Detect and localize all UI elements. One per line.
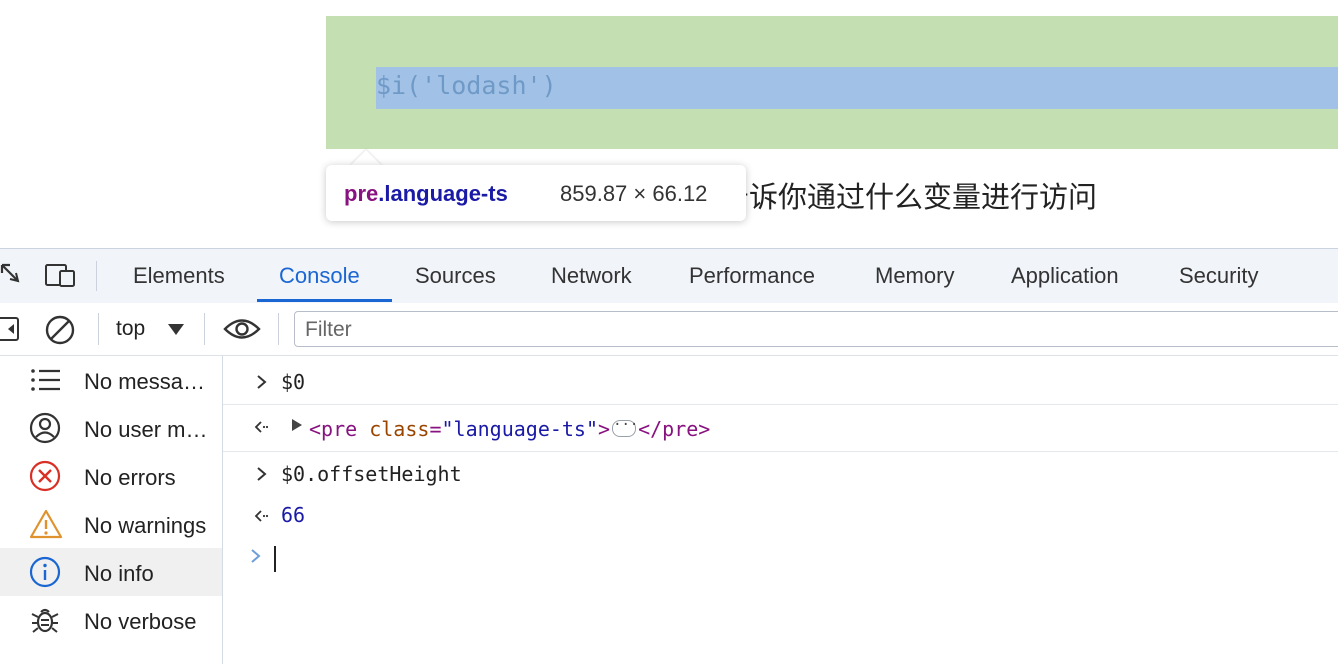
chevron-down-icon[interactable] [168,324,184,335]
error-icon [29,460,61,497]
node-close-tag: </pre> [638,417,711,441]
user-icon [29,412,61,449]
clear-console-icon[interactable] [44,314,76,351]
device-toolbar-icon[interactable] [44,262,78,295]
element-node[interactable]: <pre class="language-ts"> ···</pre> [309,417,710,441]
console-output-number: 66 [281,503,306,527]
console-log: $0 <pre class="language-ts"> ···</pre> $0… [223,356,1338,664]
filter-box[interactable] [294,311,1338,347]
list-icon [29,364,61,401]
tab-console[interactable]: Console [279,263,360,289]
filter-input[interactable] [303,317,1207,343]
tab-performance[interactable]: Performance [689,263,815,289]
output-arrow-icon [254,510,269,522]
sidebar-item-label: No info [84,561,154,586]
page-body-text: 告诉你通过什么变量进行访问 [720,180,1098,214]
devtools-tabbar: Elements Console Sources Network Perform… [0,248,1338,304]
console-output-row: 66 [223,494,1338,536]
sidebar-item-info[interactable]: No info [0,548,222,596]
tab-security[interactable]: Security [1179,263,1258,289]
tab-elements[interactable]: Elements [133,263,225,289]
tooltip-tag: pre [344,181,379,206]
prompt-chevron-icon [251,549,261,563]
sidebar-item-label: No warnings [84,513,207,538]
sidebar-toggle-icon[interactable] [0,316,20,347]
tooltip-dimensions: 859.87 × 66.12 [560,181,708,206]
node-gt: > [598,417,611,441]
sidebar-item-user-messages[interactable]: No user m… [0,404,222,452]
text-cursor [274,546,276,572]
node-attr-name: class [369,417,430,441]
active-tab-indicator [257,299,392,302]
tooltip-selector: pre.language-ts [344,181,508,207]
sidebar-item-errors[interactable]: No errors [0,452,222,500]
tab-memory[interactable]: Memory [875,263,954,289]
tab-network[interactable]: Network [551,263,632,289]
console-sidebar: No messa… No user m… No errors No warnin… [0,356,223,664]
console-prompt[interactable] [223,538,1338,582]
inspect-element-icon[interactable] [0,262,24,295]
tooltip-arrow [350,150,382,166]
sidebar-item-verbose[interactable]: No verbose [0,596,222,644]
sidebar-item-label: No verbose [84,609,197,634]
chevron-right-icon [257,375,267,389]
context-selector[interactable]: top [116,317,145,341]
sidebar-item-label: No errors [84,465,176,490]
toolbar-separator [278,313,279,345]
node-attr-value: "language-ts" [441,417,599,441]
sidebar-item-label: No user m… [84,417,208,442]
console-output-row: <pre class="language-ts"> ···</pre> [223,405,1338,451]
node-open-tag: <pre [309,417,358,441]
info-icon [29,556,61,593]
inspected-page: $i('lodash') 告诉你通过什么变量进行访问 pre.language-… [0,0,1338,248]
console-input-text: $0.offsetHeight [281,462,462,486]
tabbar-separator [96,261,97,291]
tab-application[interactable]: Application [1011,263,1119,289]
console-input-row: $0.offsetHeight [223,452,1338,494]
collapsed-children-ellipsis[interactable]: ··· [612,418,638,437]
bug-icon [29,604,61,641]
console-toolbar: top [0,303,1338,356]
eye-icon[interactable] [222,316,262,347]
sidebar-item-messages[interactable]: No messa… [0,356,222,404]
chevron-right-icon [257,467,267,481]
toolbar-separator [204,313,205,345]
devtools-panel: Elements Console Sources Network Perform… [0,248,1338,664]
console-input-row: $0 [223,356,1338,404]
expand-triangle-icon[interactable] [291,418,303,432]
toolbar-separator [98,313,99,345]
node-eq: = [429,417,442,441]
code-line: $i('lodash') [376,71,557,100]
console-input-text: $0 [281,370,306,394]
output-arrow-icon [254,421,269,433]
tooltip-class: .language-ts [378,181,508,206]
warning-icon [29,508,63,545]
sidebar-item-label: No messa… [84,369,206,394]
sidebar-item-warnings[interactable]: No warnings [0,500,222,548]
tab-sources[interactable]: Sources [415,263,496,289]
